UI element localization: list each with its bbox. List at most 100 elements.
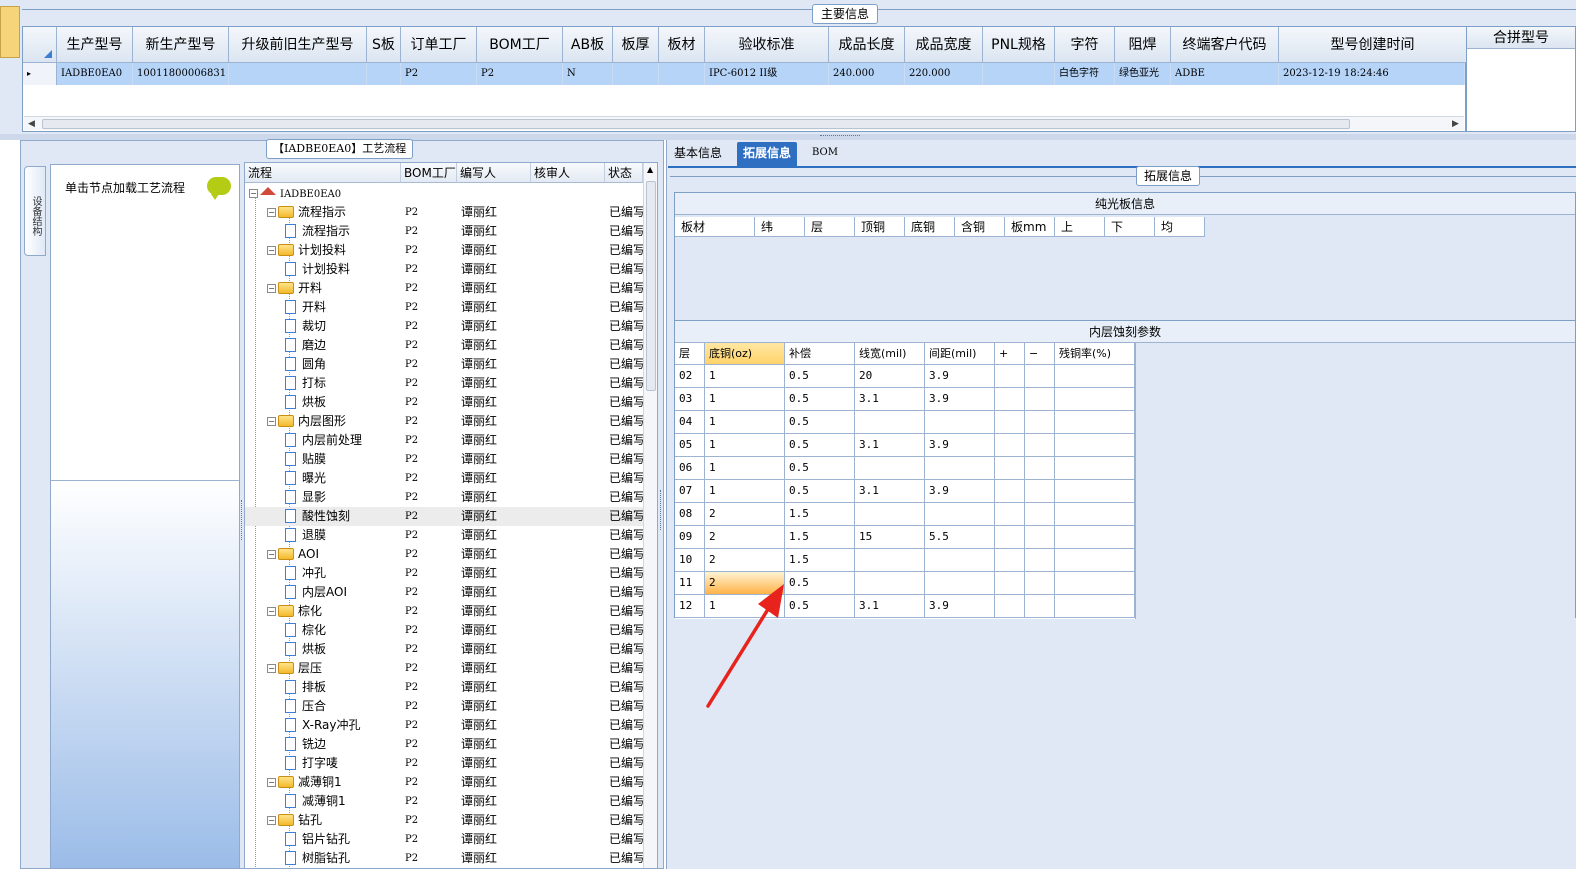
- etch-cell-line-width[interactable]: 3.1: [855, 434, 925, 457]
- col-header-material[interactable]: 板材: [659, 27, 705, 63]
- etch-cell-minus[interactable]: [1025, 434, 1055, 457]
- etch-cell-residual-copper[interactable]: [1055, 503, 1135, 526]
- bb-col-weft[interactable]: 纬: [755, 217, 805, 237]
- tree-row-root[interactable]: − IADBE0EA0: [245, 184, 643, 203]
- etch-cell-plus[interactable]: [995, 572, 1025, 595]
- collapse-icon[interactable]: −: [267, 778, 276, 787]
- tree-vertical-scrollbar[interactable]: ▲: [643, 163, 657, 868]
- scroll-thumb[interactable]: [42, 119, 1350, 129]
- tree-leaf-row[interactable]: 打字唛 P2 谭丽红 已编写: [245, 754, 643, 773]
- etch-cell-layer[interactable]: 06: [675, 457, 705, 480]
- col-header-length[interactable]: 成品长度: [829, 27, 905, 63]
- tree-leaf-row[interactable]: 打标 P2 谭丽红 已编写: [245, 374, 643, 393]
- tree-leaf-row[interactable]: 铝片钻孔 P2 谭丽红 已编写: [245, 830, 643, 849]
- grid-corner-header[interactable]: [23, 27, 57, 63]
- row-selector[interactable]: ▸: [23, 63, 57, 85]
- main-grid-horizontal-scrollbar[interactable]: ◀ ▶: [24, 116, 1464, 130]
- collapse-icon[interactable]: −: [249, 189, 258, 198]
- etch-cell-residual-copper[interactable]: [1055, 388, 1135, 411]
- tree-group-row[interactable]: − 开料 P2 谭丽红 已编写: [245, 279, 643, 298]
- etch-cell-minus[interactable]: [1025, 549, 1055, 572]
- cell-customer-code[interactable]: ADBE: [1171, 63, 1279, 85]
- col-header-reviewer[interactable]: 核审人: [531, 163, 605, 183]
- tree-group-row[interactable]: − 流程指示 P2 谭丽红 已编写: [245, 203, 643, 222]
- etch-cell-line-width[interactable]: 3.1: [855, 595, 925, 618]
- scroll-up-icon[interactable]: ▲: [647, 165, 653, 174]
- tree-scroll-thumb[interactable]: [646, 181, 656, 391]
- col-header-s-board[interactable]: S板: [367, 27, 401, 63]
- etch-cell-minus[interactable]: [1025, 526, 1055, 549]
- tree-leaf-row[interactable]: 贴膜 P2 谭丽红 已编写: [245, 450, 643, 469]
- etch-cell-line-width[interactable]: 15: [855, 526, 925, 549]
- etch-cell-spacing[interactable]: 3.9: [925, 480, 995, 503]
- etch-cell-residual-copper[interactable]: [1055, 411, 1135, 434]
- etch-col-header-layer[interactable]: 层: [675, 343, 705, 365]
- etch-cell-residual-copper[interactable]: [1055, 572, 1135, 595]
- tree-leaf-row[interactable]: 压合 P2 谭丽红 已编写: [245, 697, 643, 716]
- tree-group-row[interactable]: − 层压 P2 谭丽红 已编写: [245, 659, 643, 678]
- etch-cell-minus[interactable]: [1025, 388, 1055, 411]
- etch-cell-spacing[interactable]: [925, 503, 995, 526]
- etch-cell-layer[interactable]: 09: [675, 526, 705, 549]
- cell-width[interactable]: 220.000: [905, 63, 983, 85]
- col-header-solder-mask[interactable]: 阻焊: [1115, 27, 1171, 63]
- cell-order-factory[interactable]: P2: [401, 63, 477, 85]
- col-header-order-factory[interactable]: 订单工厂: [401, 27, 477, 63]
- etch-cell-spacing[interactable]: [925, 411, 995, 434]
- tree-group-row[interactable]: − 计划投料 P2 谭丽红 已编写: [245, 241, 643, 260]
- col-header-status[interactable]: 状态: [605, 163, 643, 183]
- etch-cell-layer[interactable]: 04: [675, 411, 705, 434]
- tree-leaf-row[interactable]: 烘板 P2 谭丽红 已编写: [245, 393, 643, 412]
- etch-cell-plus[interactable]: [995, 503, 1025, 526]
- splitter-grip-icon[interactable]: [820, 135, 860, 139]
- etch-cell-compensation[interactable]: 0.5: [785, 480, 855, 503]
- etch-cell-compensation[interactable]: 1.5: [785, 549, 855, 572]
- etch-cell-compensation[interactable]: 1.5: [785, 503, 855, 526]
- col-header-bom-factory[interactable]: BOM工厂: [477, 27, 563, 63]
- tree-group-row[interactable]: − 内层图形 P2 谭丽红 已编写: [245, 412, 643, 431]
- collapse-icon[interactable]: −: [267, 246, 276, 255]
- etch-cell-compensation[interactable]: 0.5: [785, 457, 855, 480]
- etch-cell-base-copper[interactable]: 1: [705, 457, 785, 480]
- cell-new-production-model[interactable]: 10011800006831: [133, 63, 229, 85]
- tree-group-row[interactable]: − AOI P2 谭丽红 已编写: [245, 545, 643, 564]
- etch-cell-minus[interactable]: [1025, 503, 1055, 526]
- etch-cell-compensation[interactable]: 0.5: [785, 388, 855, 411]
- tree-leaf-row[interactable]: X-Ray冲孔 P2 谭丽红 已编写: [245, 716, 643, 735]
- etch-cell-residual-copper[interactable]: [1055, 434, 1135, 457]
- cell-thickness[interactable]: [613, 63, 659, 85]
- scroll-left-icon[interactable]: ◀: [28, 117, 35, 131]
- etch-cell-spacing[interactable]: 5.5: [925, 526, 995, 549]
- etch-cell-layer[interactable]: 08: [675, 503, 705, 526]
- bb-col-average[interactable]: 均: [1155, 217, 1205, 237]
- collapse-icon[interactable]: −: [267, 816, 276, 825]
- tree-leaf-row[interactable]: 磨边 P2 谭丽红 已编写: [245, 336, 643, 355]
- etch-cell-spacing[interactable]: 3.9: [925, 388, 995, 411]
- bb-col-copper-content[interactable]: 含铜: [955, 217, 1005, 237]
- tree-leaf-row[interactable]: 减薄铜1 P2 谭丽红 已编写: [245, 792, 643, 811]
- bb-col-top-copper[interactable]: 顶铜: [855, 217, 905, 237]
- etch-cell-base-copper[interactable]: 1: [705, 480, 785, 503]
- etch-cell-base-copper[interactable]: 1: [705, 388, 785, 411]
- etch-cell-line-width[interactable]: [855, 572, 925, 595]
- tree-group-row[interactable]: − 钻孔 P2 谭丽红 已编写: [245, 811, 643, 830]
- col-header-pnl-spec[interactable]: PNL规格: [983, 27, 1055, 63]
- etch-cell-plus[interactable]: [995, 549, 1025, 572]
- collapse-icon[interactable]: −: [267, 208, 276, 217]
- etch-cell-layer[interactable]: 03: [675, 388, 705, 411]
- tree-leaf-row[interactable]: 棕化 P2 谭丽红 已编写: [245, 621, 643, 640]
- bb-col-material[interactable]: 板材: [675, 217, 755, 237]
- etch-cell-compensation[interactable]: 0.5: [785, 434, 855, 457]
- tab-basic-info[interactable]: 基本信息: [668, 142, 728, 166]
- etch-cell-residual-copper[interactable]: [1055, 549, 1135, 572]
- bb-col-bottom-copper[interactable]: 底铜: [905, 217, 955, 237]
- etch-cell-residual-copper[interactable]: [1055, 526, 1135, 549]
- etch-cell-minus[interactable]: [1025, 411, 1055, 434]
- bb-col-upper[interactable]: 上: [1055, 217, 1105, 237]
- tree-leaf-row[interactable]: 曝光 P2 谭丽红 已编写: [245, 469, 643, 488]
- collapse-icon[interactable]: −: [267, 417, 276, 426]
- merge-model-header[interactable]: 合拼型号: [1467, 27, 1575, 49]
- tree-leaf-row[interactable]: 树脂钻孔 P2 谭丽红 已编写: [245, 849, 643, 868]
- etch-cell-residual-copper[interactable]: [1055, 595, 1135, 618]
- etch-cell-line-width[interactable]: 3.1: [855, 388, 925, 411]
